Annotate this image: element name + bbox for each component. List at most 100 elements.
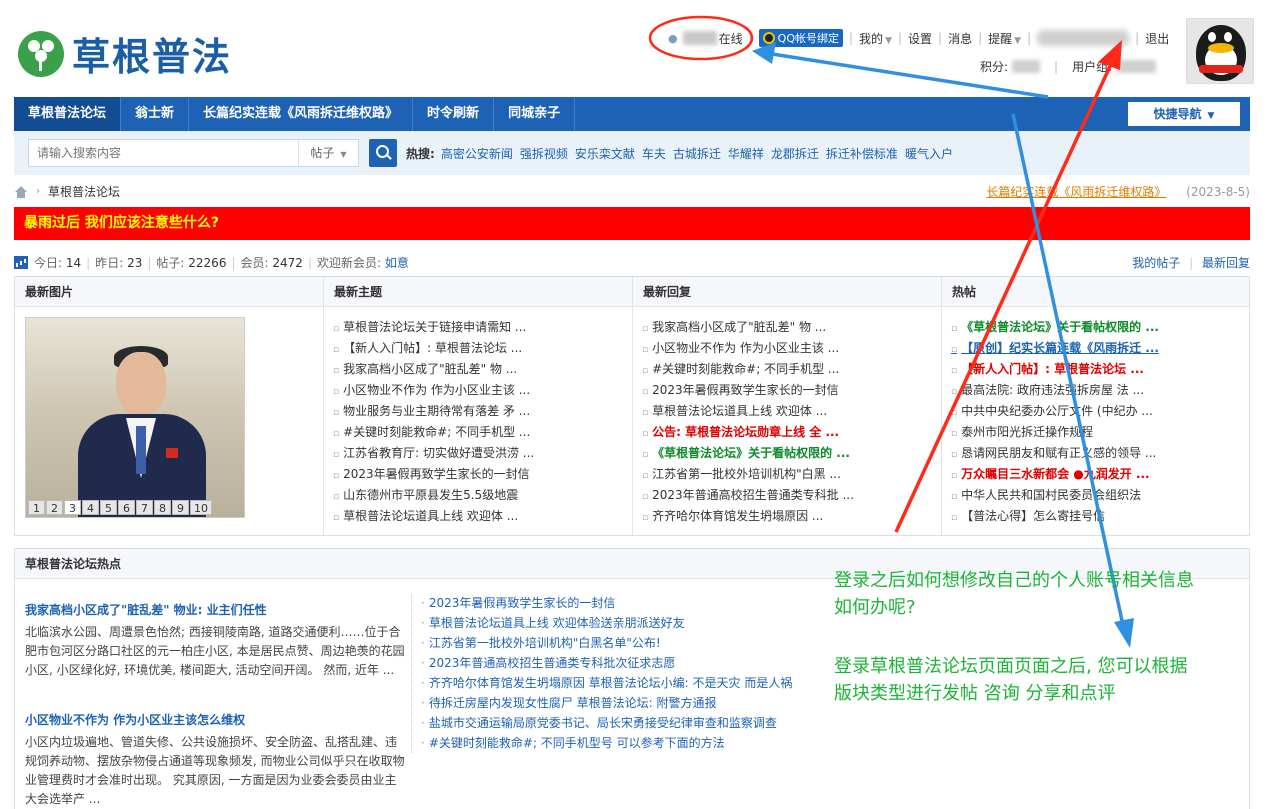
blurred-link[interactable] — [1037, 30, 1130, 46]
hot-keyword[interactable]: 龙郡拆迁 — [771, 145, 819, 162]
list-item[interactable]: 【普法心得】怎么寄挂号信 — [951, 506, 1159, 527]
user-group-label: 用户组: — [1072, 60, 1113, 74]
latest-image[interactable]: 1 2 3 4 5 6 7 8 9 10 — [25, 317, 245, 518]
list-item[interactable]: 公告: 草根普法论坛勋章上线 全 ... — [642, 422, 854, 443]
list-item[interactable]: 山东德州市平原县发生5.5级地震 — [333, 485, 534, 506]
list-item[interactable]: 中华人民共和国村民委员会组织法 — [951, 485, 1159, 506]
list-item[interactable]: 恳请网民朋友和赋有正义感的领导 ... — [951, 443, 1159, 464]
chevron-down-icon: ▼ — [1014, 35, 1022, 46]
reminders-menu[interactable]: 提醒 ▼ — [988, 30, 1021, 47]
search-button[interactable] — [369, 139, 397, 167]
my-posts-link[interactable]: 我的帖子 — [1132, 256, 1180, 270]
site-logo[interactable]: 草根普法 — [18, 26, 232, 81]
points-value-blurred — [1012, 60, 1041, 73]
image-page[interactable]: 9 — [172, 500, 189, 515]
image-page[interactable]: 5 — [100, 500, 117, 515]
list-item[interactable]: 小区物业不作为 作为小区业主该 ... — [642, 338, 854, 359]
image-page[interactable]: 7 — [136, 500, 153, 515]
hot-search-label: 热搜: — [406, 147, 435, 161]
image-page[interactable]: 8 — [154, 500, 171, 515]
hot-keyword[interactable]: 拆迁补偿标准 — [826, 145, 898, 162]
list-item[interactable]: 待拆迁房屋内发现女性腐尸 草根普法论坛: 附警方通报 — [421, 693, 792, 713]
list-item[interactable]: 江苏省第一批校外培训机构"白黑名单"公布! — [421, 633, 792, 653]
list-item[interactable]: 《草根普法论坛》关于看帖权限的 ... — [642, 443, 854, 464]
breadcrumb: › 草根普法论坛 — [14, 183, 120, 200]
list-item[interactable]: 【新人入门帖】: 草根普法论坛 ... — [951, 359, 1159, 380]
qq-icon — [762, 32, 775, 44]
latest-reply-link[interactable]: 最新回复 — [1202, 256, 1250, 270]
list-item[interactable]: 江苏省第一批校外培训机构"白黑 ... — [642, 464, 854, 485]
hot-article-title[interactable]: 小区物业不作为 作为小区业主该怎么维权 — [25, 711, 405, 729]
list-item[interactable]: 2023年普通高校招生普通类专科批 ... — [642, 485, 854, 506]
annotation-question-line1: 登录之后如何想修改自己的个人账号相关信息 — [834, 570, 1194, 591]
notice-banner[interactable]: 暴雨过后 我们应该注意些什么? — [14, 207, 1250, 240]
list-item[interactable]: 泰州市阳光拆迁操作规程 — [951, 422, 1159, 443]
hot-keyword[interactable]: 高密公安新闻 — [441, 145, 513, 162]
list-item[interactable]: 万众瞩目三水新都会 ●九润发开 ... — [951, 464, 1159, 485]
breadcrumb-current[interactable]: 草根普法论坛 — [48, 183, 120, 200]
list-item[interactable]: 草根普法论坛道具上线 欢迎体 ... — [642, 401, 854, 422]
logout-link[interactable]: 退出 — [1145, 30, 1169, 47]
list-item[interactable]: 江苏省教育厅: 切实做好遭受洪涝 ... — [333, 443, 534, 464]
serial-link[interactable]: 长篇纪实连载《风雨拆迁维权路》 — [986, 185, 1166, 199]
clover-logo-icon — [18, 30, 64, 77]
hot-article-title[interactable]: 我家高档小区成了"脏乱差" 物业: 业主们任性 — [25, 601, 405, 619]
image-page[interactable]: 3 — [64, 500, 81, 515]
col-title-replies: 最新回复 — [643, 285, 692, 299]
new-member-link[interactable]: 如意 — [385, 254, 409, 271]
list-item[interactable]: 齐齐哈尔体育馆发生坍塌原因 ... — [642, 506, 854, 527]
my-menu[interactable]: 我的 ▼ — [859, 30, 892, 47]
list-item[interactable]: 2023年暑假再致学生家长的一封信 — [333, 464, 534, 485]
list-item[interactable]: 草根普法论坛道具上线 欢迎体 ... — [333, 506, 534, 527]
image-page[interactable]: 6 — [118, 500, 135, 515]
list-item[interactable]: 我家高档小区成了"脏乱差" 物 ... — [333, 359, 534, 380]
chevron-down-icon: ▼ — [1207, 111, 1215, 121]
list-item[interactable]: 【新人入门帖】: 草根普法论坛 ... — [333, 338, 534, 359]
list-item[interactable]: 物业服务与业主期待常有落差 矛 ... — [333, 401, 534, 422]
posts-count: 22266 — [188, 255, 227, 270]
search-box: 帖子▼ — [28, 139, 359, 167]
list-item[interactable]: 2023年暑假再致学生家长的一封信 — [421, 593, 792, 613]
nav-item-refresh[interactable]: 时令刷新 — [413, 97, 495, 131]
username-blurred[interactable] — [682, 31, 717, 45]
image-page[interactable]: 2 — [46, 500, 63, 515]
qq-bind-button[interactable]: QQ帐号绑定 — [758, 29, 843, 47]
list-item[interactable]: 2023年暑假再致学生家长的一封信 — [642, 380, 854, 401]
nav-item-parenting[interactable]: 同城亲子 — [494, 97, 576, 131]
hot-keyword[interactable]: 古城拆迁 — [673, 145, 721, 162]
list-item[interactable]: 草根普法论坛关于链接申请需知 ... — [333, 317, 534, 338]
list-item[interactable]: 2023年普通高校招生普通类专科批次征求志愿 — [421, 653, 792, 673]
search-type-select[interactable]: 帖子 ▼ — [298, 140, 358, 166]
list-item[interactable]: 草根普法论坛道具上线 欢迎体验送亲朋派送好友 — [421, 613, 792, 633]
user-group-blurred — [1116, 60, 1157, 73]
list-item[interactable]: 【原创】纪实长篇连载《风雨拆迁 ... — [951, 338, 1159, 359]
list-item[interactable]: #关键时刻能救命#; 不同手机型 ... — [642, 359, 854, 380]
search-input[interactable] — [29, 140, 299, 166]
avatar[interactable] — [1186, 18, 1254, 84]
nav-item-serial[interactable]: 长篇纪实连载《风雨拆迁维权路》 — [189, 97, 414, 131]
nav-item-forum[interactable]: 草根普法论坛 — [14, 97, 122, 131]
list-item[interactable]: 《草根普法论坛》关于看帖权限的 ... — [951, 317, 1159, 338]
home-icon[interactable] — [14, 185, 28, 198]
settings-link[interactable]: 设置 — [908, 30, 932, 47]
hot-keyword[interactable]: 强拆视频 — [520, 145, 568, 162]
quick-nav-button[interactable]: 快捷导航 ▼ — [1128, 102, 1240, 126]
list-item[interactable]: 最高法院: 政府违法强拆房屋 法 ... — [951, 380, 1159, 401]
list-item[interactable]: 齐齐哈尔体育馆发生坍塌原因 草根普法论坛小编: 不是天灾 而是人祸 — [421, 673, 793, 693]
list-item[interactable]: 盐城市交通运输局原党委书记、局长宋勇接受纪律审查和监察调查 — [421, 713, 792, 733]
messages-link[interactable]: 消息 — [948, 30, 972, 47]
hot-keyword[interactable]: 华耀祥 — [728, 145, 764, 162]
hot-keyword[interactable]: 车夫 — [642, 145, 666, 162]
image-page[interactable]: 1 — [28, 500, 45, 515]
forum-stats: 今日: 14 | 昨日: 23 | 帖子: 22266 | 会员: 2472 |… — [14, 254, 409, 271]
list-item[interactable]: #关键时刻能救命#; 不同手机型号 可以参考下面的方法 — [421, 733, 792, 753]
list-item[interactable]: 小区物业不作为 作为小区业主该 ... — [333, 380, 534, 401]
image-page[interactable]: 4 — [82, 500, 99, 515]
list-item[interactable]: #关键时刻能救命#; 不同手机型 ... — [333, 422, 534, 443]
list-item[interactable]: 我家高档小区成了"脏乱差" 物 ... — [642, 317, 854, 338]
image-page[interactable]: 10 — [190, 500, 212, 515]
hot-keyword[interactable]: 暖气入户 — [905, 145, 953, 162]
hot-keyword[interactable]: 安乐栾文献 — [575, 145, 635, 162]
nav-item-2[interactable]: 翁士新 — [121, 97, 190, 131]
list-item[interactable]: 中共中央纪委办公厅文件 (中纪办 ... — [951, 401, 1159, 422]
